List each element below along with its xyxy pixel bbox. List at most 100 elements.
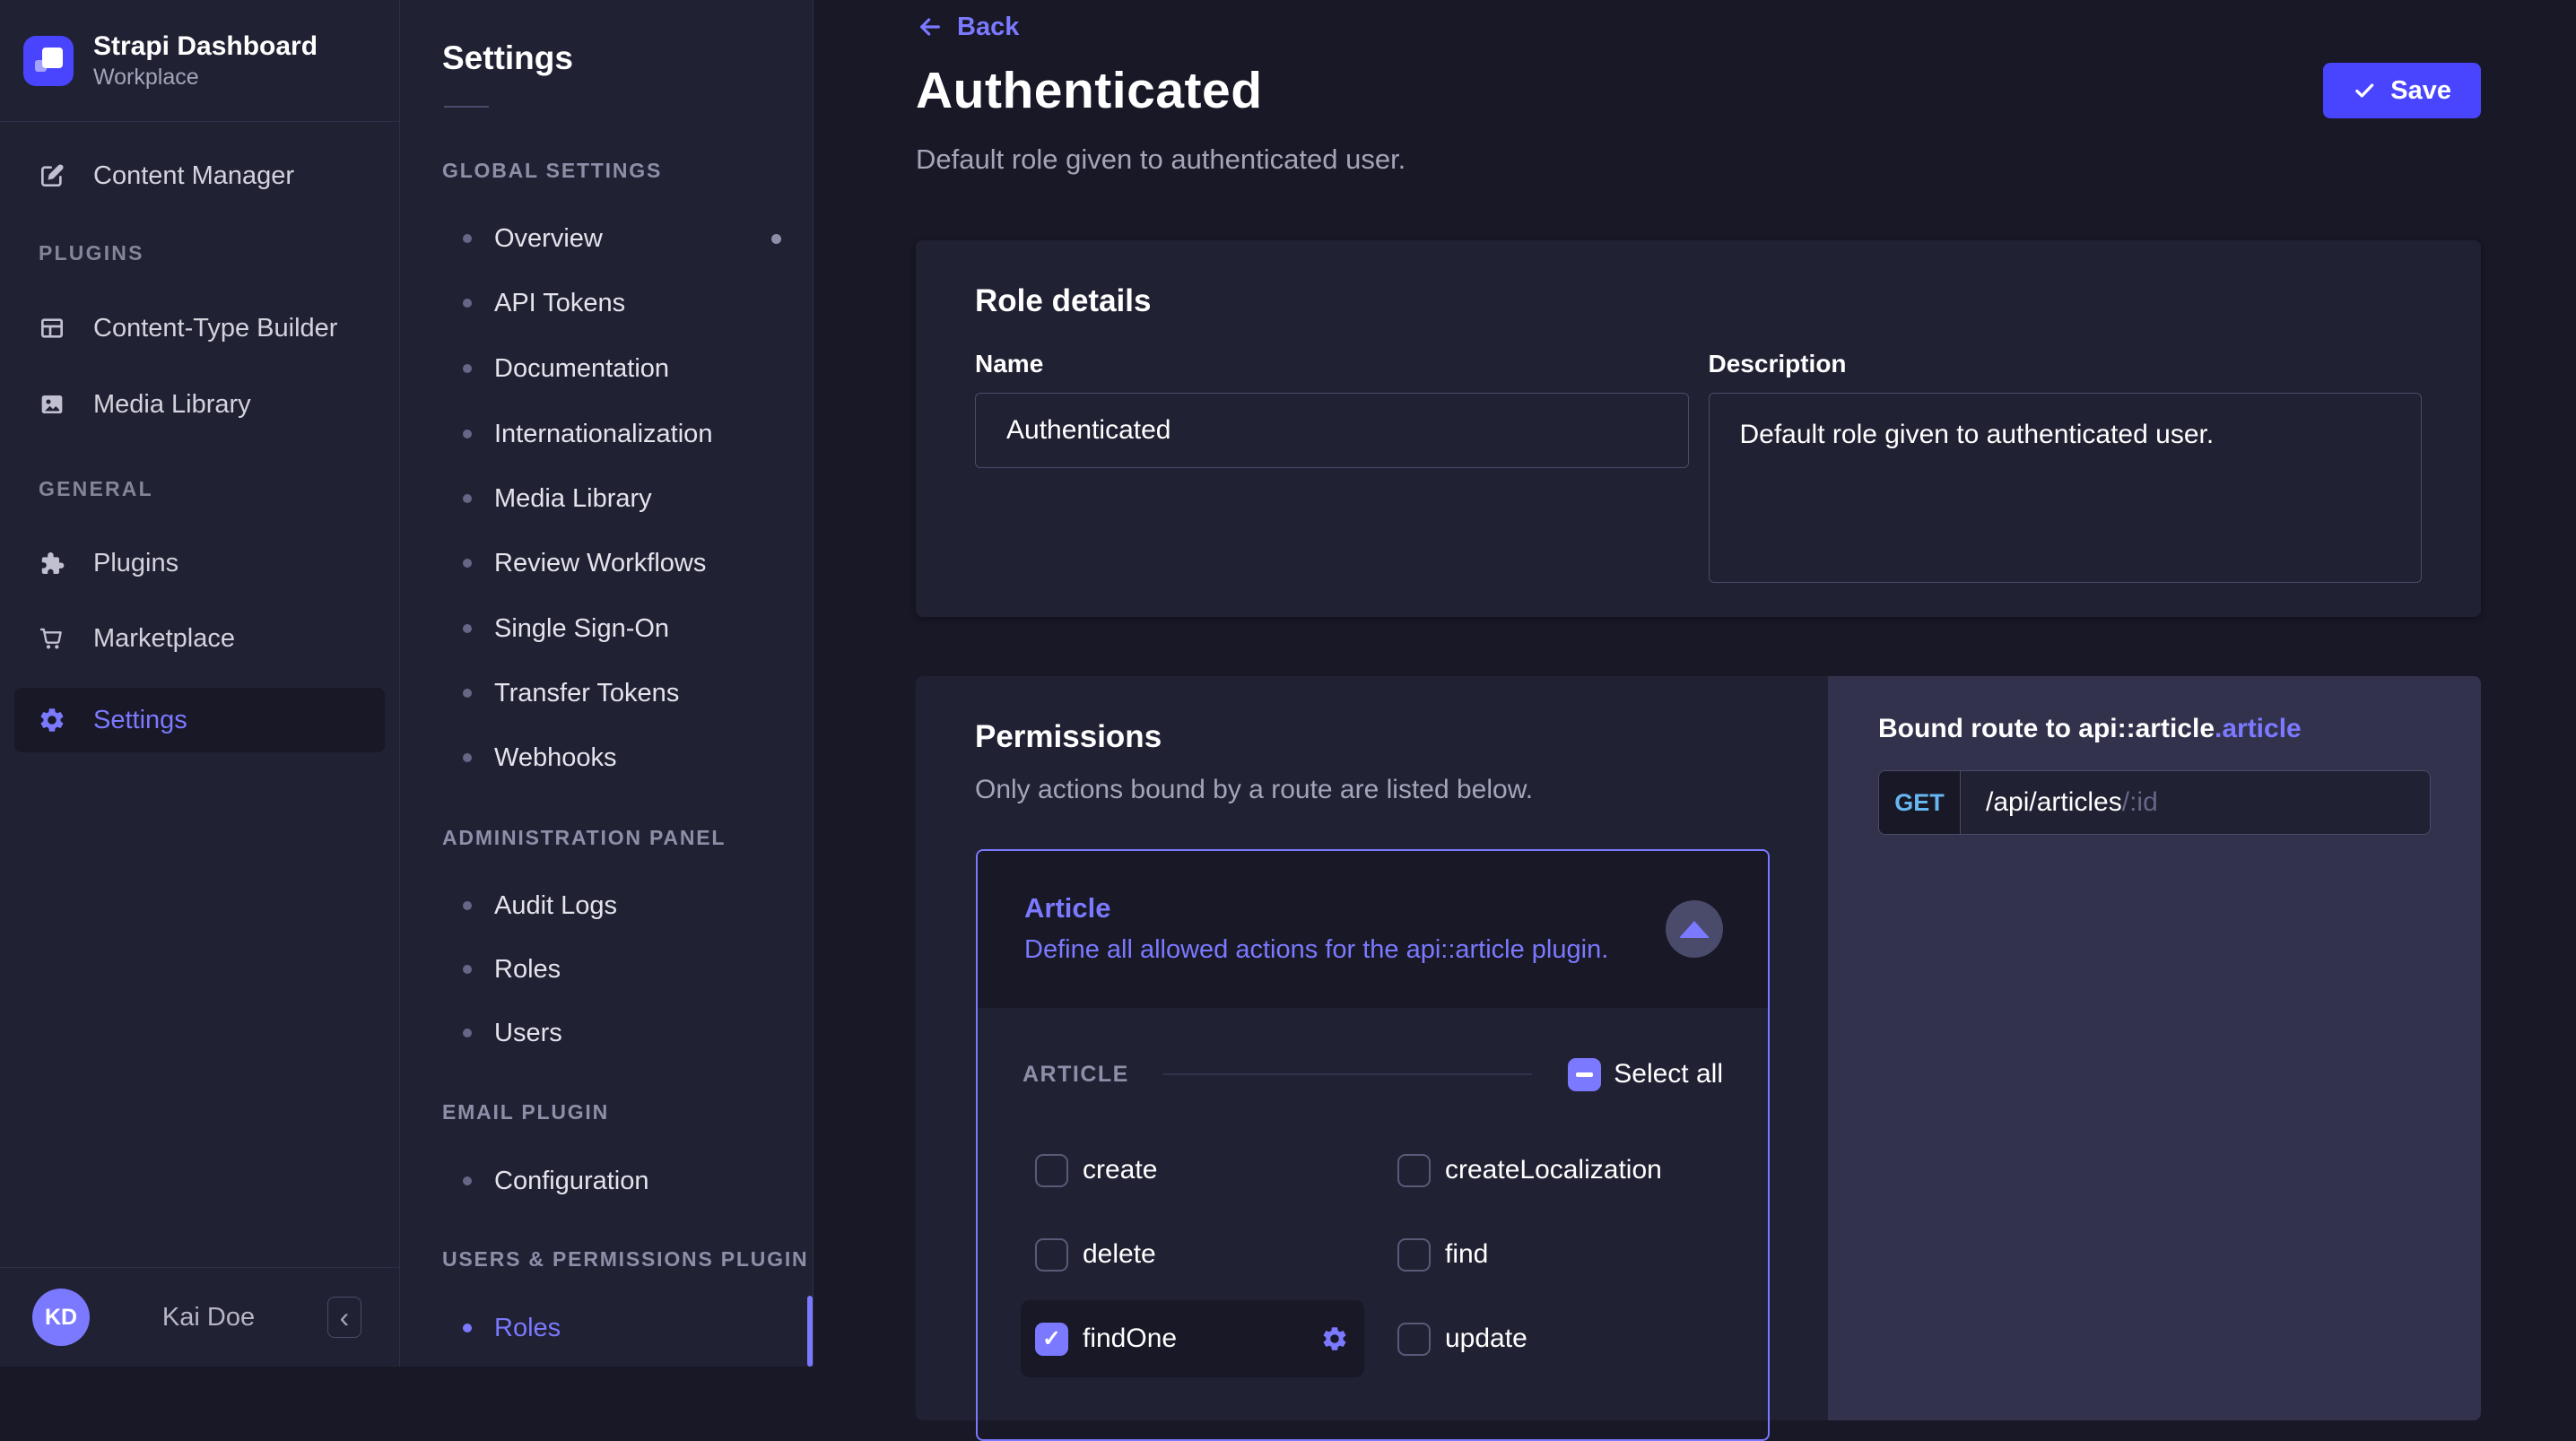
description-label: Description <box>1708 350 1847 378</box>
collapse-accordion-button[interactable] <box>1666 900 1723 958</box>
route-highlight: .article <box>2215 714 2302 743</box>
settings-item-webhooks[interactable]: Webhooks <box>400 725 813 790</box>
checkbox-create[interactable] <box>1035 1153 1068 1187</box>
sidebar-item-content-type-builder[interactable]: Content-Type Builder <box>14 296 385 360</box>
page-title: Authenticated <box>916 62 1263 119</box>
permission-item-create: create <box>1035 1132 1397 1209</box>
route-path: /api/articles/:id <box>1986 787 2158 817</box>
settings-group-global: GLOBAL SETTINGS <box>442 158 663 182</box>
settings-item-audit-logs[interactable]: Audit Logs <box>400 873 813 938</box>
settings-item-admin-roles[interactable]: Roles <box>400 937 813 1002</box>
bullet-icon <box>463 299 472 308</box>
bullet-icon <box>463 1029 472 1037</box>
advanced-settings-gear-icon[interactable] <box>1320 1324 1349 1353</box>
select-all-row: ARTICLE Select all <box>1023 1055 1723 1094</box>
name-label: Name <box>975 350 1044 378</box>
permissions-subtitle: Only actions bound by a route are listed… <box>975 775 1534 804</box>
settings-group-email-plugin: EMAIL PLUGIN <box>442 1099 610 1124</box>
permissions-section: Permissions Only actions bound by a rout… <box>916 676 2481 1441</box>
bullet-icon <box>463 234 472 243</box>
settings-item-single-sign-on[interactable]: Single Sign-On <box>400 596 813 661</box>
workspace-subtitle: Workplace <box>93 64 199 90</box>
article-accordion-header[interactable]: Article Define all allowed actions for t… <box>978 851 1768 1008</box>
permission-item-delete: delete <box>1035 1216 1397 1293</box>
permission-item-update: update <box>1397 1300 1723 1377</box>
checkbox-delete[interactable] <box>1035 1237 1068 1272</box>
sidebar-item-media-library[interactable]: Media Library <box>14 372 385 437</box>
page-subtitle: Default role given to authenticated user… <box>916 143 1406 175</box>
checkbox-findone[interactable] <box>1035 1322 1068 1356</box>
bullet-icon <box>463 430 472 438</box>
bullet-icon <box>463 364 472 373</box>
settings-item-admin-users[interactable]: Users <box>400 1001 813 1065</box>
bound-route-panel: Bound route to api::article.article GET … <box>1828 676 2481 1420</box>
notification-dot <box>771 233 781 244</box>
sidebar-section-general: GENERAL <box>39 477 153 500</box>
http-method-badge: GET <box>1879 771 1961 834</box>
permissions-grid: create createLocalization delete find ✓ … <box>1021 1128 1723 1381</box>
checkbox-createlocalization[interactable] <box>1397 1153 1431 1187</box>
settings-sidebar: Settings GLOBAL SETTINGS Overview API To… <box>400 0 814 1367</box>
chevron-up-icon <box>1679 920 1710 938</box>
bullet-icon <box>463 753 472 762</box>
bullet-icon <box>463 1324 472 1332</box>
bullet-icon <box>463 624 472 633</box>
settings-item-email-configuration[interactable]: Configuration <box>400 1149 813 1213</box>
settings-nav-title: Settings <box>442 39 573 76</box>
article-accordion-body: ARTICLE Select all create createLocaliza… <box>978 1008 1768 1381</box>
permission-item-find: find <box>1397 1216 1723 1293</box>
role-details-title: Role details <box>975 283 1152 318</box>
role-details-card: Role details Name Description Default ro… <box>916 240 2481 617</box>
checkbox-find[interactable] <box>1397 1237 1431 1272</box>
settings-item-up-roles[interactable]: Roles <box>400 1296 813 1360</box>
back-link[interactable]: Back <box>916 11 1019 43</box>
bullet-icon <box>463 965 472 974</box>
bullet-icon <box>463 494 472 503</box>
settings-item-internationalization[interactable]: Internationalization <box>400 402 813 466</box>
sidebar-item-plugins[interactable]: Plugins <box>14 531 385 595</box>
workspace-brand[interactable]: Strapi Dashboard Workplace <box>0 0 399 122</box>
description-field-group: Description Default role given to authen… <box>1708 350 2422 587</box>
gear-icon <box>38 706 66 734</box>
sidebar-item-settings[interactable]: Settings <box>14 688 385 752</box>
bullet-icon <box>463 1176 472 1185</box>
name-input[interactable] <box>975 393 1689 468</box>
accordion-subtitle: Define all allowed actions for the api::… <box>1024 935 1609 964</box>
settings-item-documentation[interactable]: Documentation <box>400 336 813 401</box>
pen-icon <box>38 161 66 190</box>
layout-icon <box>38 314 66 343</box>
avatar: KD <box>32 1289 90 1346</box>
collapse-sidebar-button[interactable]: ‹ <box>326 1297 361 1338</box>
select-all-checkbox[interactable] <box>1568 1057 1602 1091</box>
route-box: GET /api/articles/:id <box>1878 770 2431 835</box>
settings-item-transfer-tokens[interactable]: Transfer Tokens <box>400 661 813 725</box>
image-icon <box>38 390 66 419</box>
settings-group-users-permissions: USERS & PERMISSIONS PLUGIN <box>442 1246 809 1271</box>
settings-item-media-library[interactable]: Media Library <box>400 466 813 531</box>
permission-item-findone: findOne <box>1021 1300 1364 1377</box>
strapi-logo-icon <box>23 35 74 86</box>
article-accordion: Article Define all allowed actions for t… <box>976 849 1770 1441</box>
checkbox-update[interactable] <box>1397 1322 1431 1356</box>
divider <box>1162 1073 1533 1075</box>
bullet-icon <box>463 901 472 910</box>
sidebar-item-marketplace[interactable]: Marketplace <box>14 606 385 671</box>
accordion-title: Article <box>1024 892 1111 924</box>
description-textarea[interactable]: Default role given to authenticated user… <box>1708 393 2422 583</box>
name-field-group: Name <box>975 350 1689 587</box>
route-param: /:id <box>2121 787 2158 817</box>
settings-group-admin-panel: ADMINISTRATION PANEL <box>442 825 727 849</box>
settings-item-overview[interactable]: Overview <box>400 206 813 271</box>
check-icon <box>2353 79 2376 102</box>
user-area: KD Kai Doe ‹ <box>0 1267 399 1367</box>
select-all-label: Select all <box>1614 1059 1723 1089</box>
active-item-indicator <box>807 1296 813 1367</box>
puzzle-icon <box>38 549 66 577</box>
sidebar-section-plugins: PLUGINS <box>39 241 144 265</box>
sidebar-item-content-manager[interactable]: Content Manager <box>14 143 385 208</box>
permission-group-label: ARTICLE <box>1023 1061 1129 1087</box>
settings-item-api-tokens[interactable]: API Tokens <box>400 271 813 335</box>
cart-icon <box>38 624 66 653</box>
settings-item-review-workflows[interactable]: Review Workflows <box>400 531 813 595</box>
save-button[interactable]: Save <box>2323 63 2481 118</box>
